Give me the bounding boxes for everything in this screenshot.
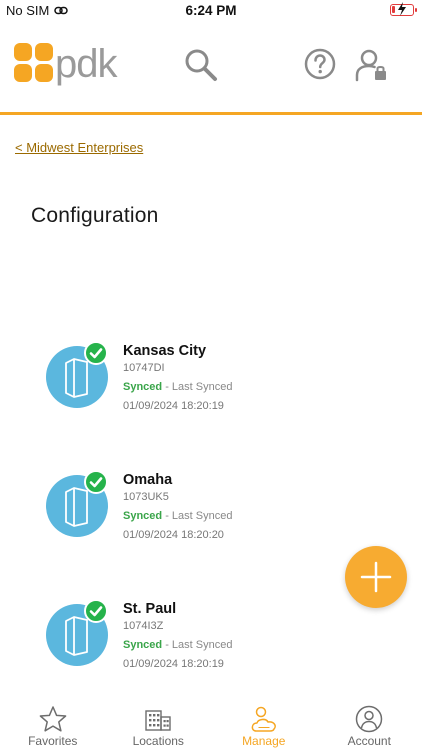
pdk-logo[interactable]: pdk	[14, 38, 117, 87]
location-name: Omaha	[123, 472, 173, 488]
last-synced-label: - Last Synced	[162, 381, 233, 393]
building-icon	[145, 710, 171, 731]
tab-label: Favorites	[28, 734, 78, 748]
manage-user-cloud-icon	[251, 706, 276, 732]
tab-label: Account	[347, 734, 391, 748]
bottom-tab-bar: Favorites Locations Manage Account	[0, 700, 422, 750]
last-synced-label: - Last Synced	[162, 639, 233, 651]
help-icon[interactable]	[304, 48, 336, 80]
battery-icon	[390, 2, 417, 16]
tab-favorites[interactable]: Favorites	[0, 700, 106, 750]
last-synced-label: - Last Synced	[162, 510, 233, 522]
synced-label: Synced	[123, 510, 163, 522]
tab-label: Locations	[132, 734, 184, 748]
last-synced-date: 01/09/2024 18:20:19	[123, 658, 224, 670]
tab-account[interactable]: Account	[317, 700, 422, 750]
app-header: pdk	[0, 22, 422, 115]
location-text: St. Paul 1074I3Z Synced - Last Synced 01…	[123, 601, 232, 671]
location-sync-status: Synced - Last Synced	[123, 380, 232, 394]
user-lock-icon[interactable]	[355, 48, 389, 82]
location-list-item[interactable]: Kansas City 10747DI Synced - Last Synced…	[46, 341, 376, 423]
location-id: 1073UK5	[123, 491, 169, 503]
location-name: Kansas City	[123, 343, 207, 359]
account-icon	[356, 705, 383, 733]
location-id: 1074I3Z	[123, 620, 164, 632]
logo-dots	[14, 43, 53, 82]
tab-locations[interactable]: Locations	[106, 700, 212, 750]
tab-manage[interactable]: Manage	[211, 700, 317, 750]
synced-check-icon	[84, 470, 108, 494]
synced-label: Synced	[123, 639, 163, 651]
search-icon[interactable]	[184, 48, 218, 82]
synced-label: Synced	[123, 381, 163, 393]
location-sync-status: Synced - Last Synced	[123, 509, 232, 523]
status-time: 6:24 PM	[185, 3, 237, 18]
status-bar: No SIM 6:24 PM	[0, 0, 422, 22]
add-location-button[interactable]	[345, 546, 407, 608]
location-name: St. Paul	[123, 601, 177, 617]
location-list-item[interactable]: St. Paul 1074I3Z Synced - Last Synced 01…	[46, 599, 376, 681]
synced-check-icon	[84, 599, 108, 623]
star-icon	[39, 706, 67, 732]
location-text: Kansas City 10747DI Synced - Last Synced…	[123, 343, 232, 413]
location-id: 10747DI	[123, 362, 165, 374]
location-list-item[interactable]: Omaha 1073UK5 Synced - Last Synced 01/09…	[46, 470, 376, 552]
location-sync-status: Synced - Last Synced	[123, 638, 232, 652]
last-synced-date: 01/09/2024 18:20:20	[123, 529, 224, 541]
synced-check-icon	[84, 341, 108, 365]
logo-text: pdk	[55, 42, 117, 86]
page-title: Configuration	[31, 204, 159, 227]
location-text: Omaha 1073UK5 Synced - Last Synced 01/09…	[123, 472, 232, 542]
tab-label: Manage	[242, 734, 286, 748]
breadcrumb-back-link[interactable]: < Midwest Enterprises	[15, 140, 143, 155]
last-synced-date: 01/09/2024 18:20:19	[123, 400, 224, 412]
plus-icon	[360, 561, 392, 593]
